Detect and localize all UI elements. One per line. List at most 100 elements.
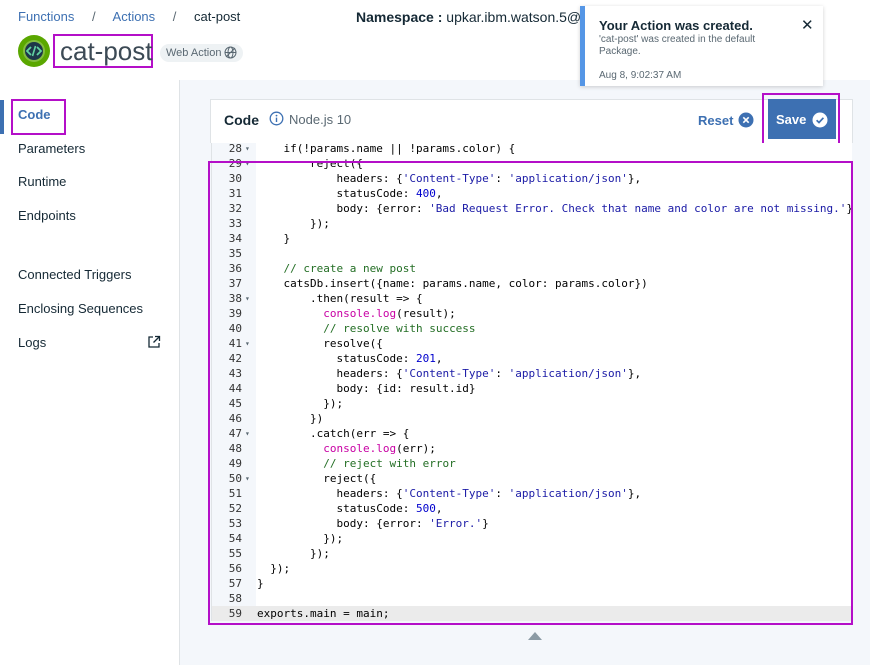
code-text: statusCode: 500,	[257, 502, 443, 515]
breadcrumb-separator: /	[172, 9, 177, 24]
reset-close-icon[interactable]	[738, 112, 754, 128]
line-number: 28	[228, 143, 242, 155]
breadcrumb-separator: /	[92, 9, 96, 24]
code-line[interactable]: 52 statusCode: 500,	[212, 501, 852, 516]
code-text: .then(result => {	[257, 292, 423, 305]
fold-arrow-icon[interactable]: ▾	[245, 426, 250, 441]
code-line[interactable]: 47 ▾ .catch(err => {	[212, 426, 852, 441]
fold-arrow-icon[interactable]: ▾	[245, 143, 250, 156]
code-line[interactable]: 51 headers: {'Content-Type': 'applicatio…	[212, 486, 852, 501]
close-icon[interactable]: ✕	[801, 16, 814, 34]
line-number: 59	[228, 607, 242, 620]
code-text: reject({	[257, 157, 363, 170]
code-line[interactable]: 39 console.log(result);	[212, 306, 852, 321]
code-line[interactable]: 45 });	[212, 396, 852, 411]
breadcrumb-actions-link[interactable]: Actions	[113, 9, 156, 24]
code-line[interactable]: 33 });	[212, 216, 852, 231]
info-icon[interactable]	[269, 111, 284, 126]
sidebar-item-logs[interactable]: Logs	[18, 335, 46, 350]
line-number: 57	[228, 577, 242, 590]
code-line[interactable]: 43 headers: {'Content-Type': 'applicatio…	[212, 366, 852, 381]
line-number: 32	[228, 202, 242, 215]
code-editor[interactable]: 28 ▾ if(!params.name || !params.color) {2…	[211, 143, 852, 621]
code-text: });	[257, 397, 344, 410]
reset-button[interactable]: Reset	[698, 113, 733, 128]
code-line[interactable]: 37 catsDb.insert({name: params.name, col…	[212, 276, 852, 291]
fold-arrow-icon[interactable]: ▾	[245, 156, 250, 171]
code-line[interactable]: 50 ▾ reject({	[212, 471, 852, 486]
code-line[interactable]: 58	[212, 591, 852, 606]
web-action-badge: Web Action	[160, 44, 244, 62]
code-line[interactable]: 57}	[212, 576, 852, 591]
sidebar-item-enclosing-sequences[interactable]: Enclosing Sequences	[18, 301, 143, 316]
sidebar-item-runtime[interactable]: Runtime	[18, 174, 66, 189]
external-link-icon[interactable]	[147, 335, 161, 349]
breadcrumb: Functions / Actions / cat-post	[18, 9, 240, 24]
code-text: }	[257, 577, 264, 590]
code-line[interactable]: 35	[212, 246, 852, 261]
collapse-arrow-icon[interactable]	[528, 632, 542, 640]
sidebar-item-endpoints[interactable]: Endpoints	[18, 208, 76, 223]
code-text: });	[257, 217, 330, 230]
code-line[interactable]: 34 }	[212, 231, 852, 246]
globe-icon	[224, 46, 237, 59]
namespace-label: Namespace :	[356, 9, 443, 25]
code-text: body: {error: 'Bad Request Error. Check …	[257, 202, 852, 215]
code-line[interactable]: 54 });	[212, 531, 852, 546]
line-number: 33	[228, 217, 242, 230]
code-line[interactable]: 44 body: {id: result.id}	[212, 381, 852, 396]
notification-toast: Your Action was created. 'cat-post' was …	[580, 6, 823, 86]
code-line[interactable]: 30 headers: {'Content-Type': 'applicatio…	[212, 171, 852, 186]
code-text: // create a new post	[283, 262, 416, 275]
line-number: 41	[228, 337, 242, 350]
line-number: 52	[228, 502, 242, 515]
line-number: 34	[228, 232, 242, 245]
code-text: // reject with error	[323, 457, 456, 470]
code-line[interactable]: 40 // resolve with success	[212, 321, 852, 336]
line-number: 30	[228, 172, 242, 185]
notification-message: 'cat-post' was created in the default Pa…	[599, 34, 756, 57]
line-number: 54	[228, 532, 242, 545]
code-icon	[23, 40, 45, 62]
line-number: 44	[228, 382, 242, 395]
save-button-label: Save	[776, 112, 807, 127]
code-text: }	[257, 232, 291, 245]
action-logo	[18, 35, 50, 67]
code-line[interactable]: 31 statusCode: 400,	[212, 186, 852, 201]
line-number: 36	[228, 262, 242, 275]
line-number: 56	[228, 562, 242, 575]
fold-arrow-icon[interactable]: ▾	[245, 291, 250, 306]
code-line[interactable]: 38 ▾ .then(result => {	[212, 291, 852, 306]
code-text: reject({	[257, 472, 377, 485]
code-line[interactable]: 28 ▾ if(!params.name || !params.color) {	[212, 143, 852, 156]
breadcrumb-current: cat-post	[194, 9, 241, 24]
code-line[interactable]: 41 ▾ resolve({	[212, 336, 852, 351]
code-text: });	[257, 562, 291, 575]
code-text: body: {error: 'Error.'}	[257, 517, 489, 530]
line-number: 29	[228, 157, 242, 170]
line-number: 48	[228, 442, 242, 455]
code-line[interactable]: 32 body: {error: 'Bad Request Error. Che…	[212, 201, 852, 216]
fold-arrow-icon[interactable]: ▾	[245, 336, 250, 351]
sidebar-item-parameters[interactable]: Parameters	[18, 141, 85, 156]
code-line[interactable]: 48 console.log(err);	[212, 441, 852, 456]
code-panel-title: Code	[224, 112, 259, 128]
line-number: 50	[228, 472, 242, 485]
code-line[interactable]: 42 statusCode: 201,	[212, 351, 852, 366]
code-line[interactable]: 46 })	[212, 411, 852, 426]
fold-arrow-icon[interactable]: ▾	[245, 471, 250, 486]
code-line[interactable]: 55 });	[212, 546, 852, 561]
line-number: 40	[228, 322, 242, 335]
code-line[interactable]: 49 // reject with error	[212, 456, 852, 471]
code-line[interactable]: 36 // create a new post	[212, 261, 852, 276]
code-line[interactable]: 56 });	[212, 561, 852, 576]
line-number: 38	[228, 292, 242, 305]
breadcrumb-functions-link[interactable]: Functions	[18, 9, 74, 24]
sidebar-item-code[interactable]: Code	[18, 107, 51, 122]
code-line[interactable]: 53 body: {error: 'Error.'}	[212, 516, 852, 531]
web-action-badge-label: Web Action	[166, 47, 222, 59]
code-text: exports.main = main;	[257, 607, 390, 620]
code-line[interactable]: 29 ▾ reject({	[212, 156, 852, 171]
sidebar-item-connected-triggers[interactable]: Connected Triggers	[18, 267, 131, 282]
code-line[interactable]: 59 exports.main = main;	[212, 606, 852, 621]
